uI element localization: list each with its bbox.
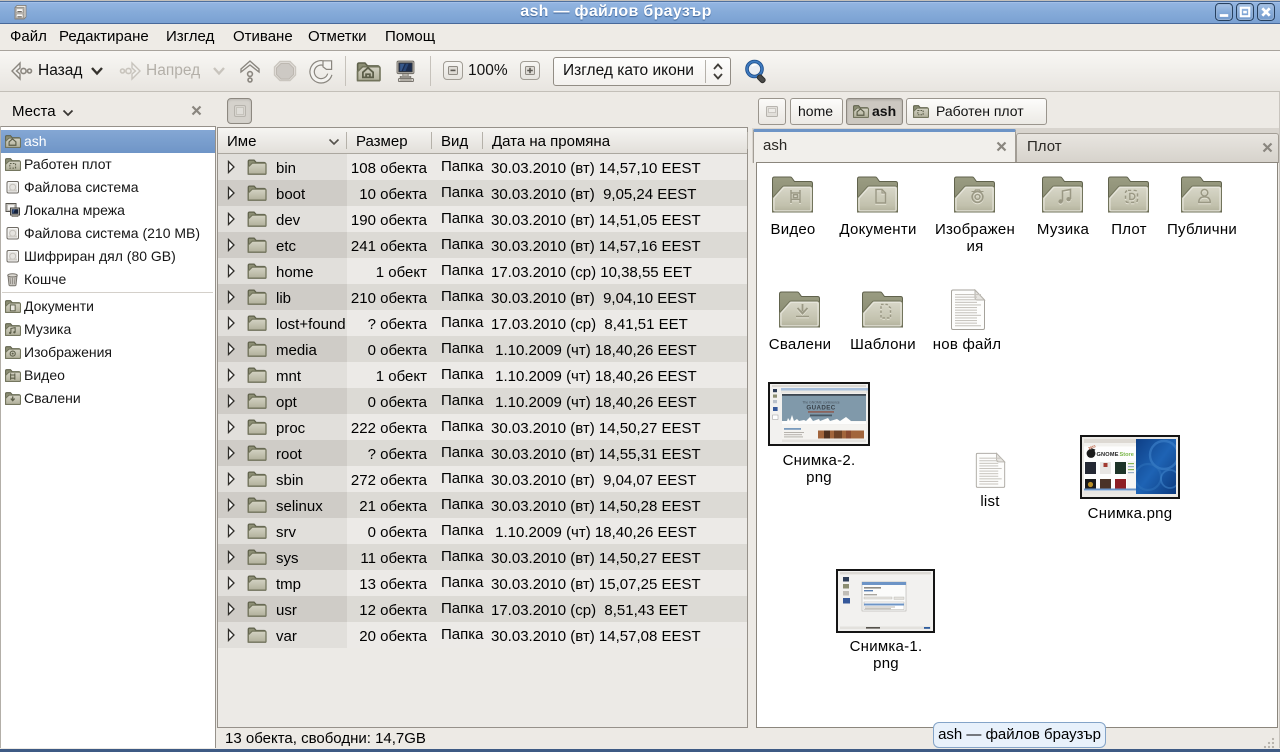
svg-text:GNOME: GNOME [1097,452,1119,458]
svg-text:Store: Store [1120,452,1134,458]
svg-text:GUADEC: GUADEC [806,405,835,412]
